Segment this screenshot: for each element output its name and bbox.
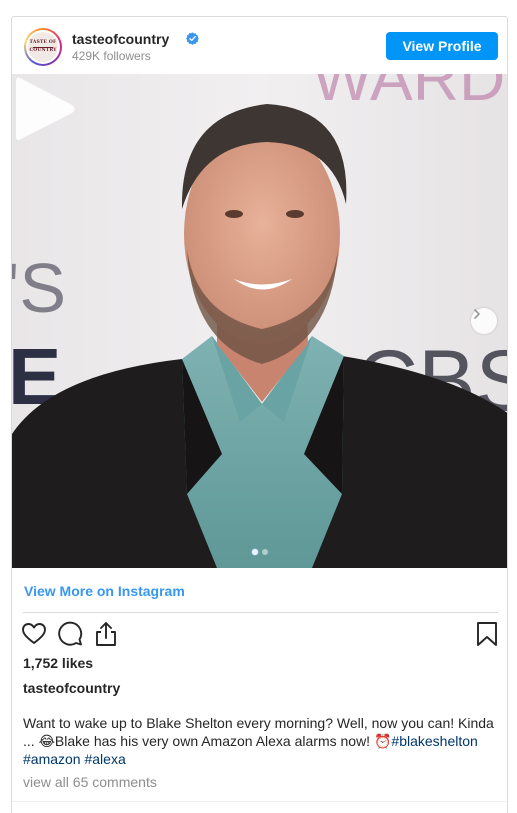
carousel-indicator — [252, 549, 268, 555]
view-comments-link[interactable]: view all 65 comments — [23, 774, 157, 790]
video-thumbnail: WARDS 'S E CBS — [12, 74, 508, 568]
divider — [23, 612, 498, 613]
carousel-dot — [252, 549, 258, 555]
hashtag-link[interactable]: #blakeshelton — [391, 733, 477, 749]
avatar[interactable]: TASTE OF COUNTRY — [24, 28, 62, 66]
caption-username[interactable]: tasteofcountry — [23, 680, 120, 696]
svg-text:'S: 'S — [12, 249, 66, 327]
comment-icon[interactable] — [57, 621, 83, 647]
caption-text: Want to wake up to Blake Shelton every m… — [23, 715, 494, 767]
hashtag-link[interactable]: #alexa — [84, 751, 125, 767]
svg-text:WARDS: WARDS — [312, 74, 508, 114]
play-icon[interactable] — [12, 74, 78, 144]
chevron-right-icon[interactable] — [471, 308, 497, 334]
hashtag-link[interactable]: #amazon — [23, 751, 81, 767]
instagram-embed-card: TASTE OF COUNTRY tasteofcountry 429K fol… — [11, 16, 508, 813]
carousel-dot — [262, 549, 268, 555]
bookmark-icon[interactable] — [474, 621, 500, 647]
post-media[interactable]: WARDS 'S E CBS — [12, 74, 508, 568]
like-count[interactable]: 1,752 likes — [23, 655, 93, 671]
followers-count: 429K followers — [72, 49, 151, 63]
verified-badge-icon — [186, 32, 199, 45]
view-profile-button[interactable]: View Profile — [386, 32, 498, 60]
view-more-link[interactable]: View More on Instagram — [24, 583, 185, 599]
post-header: TASTE OF COUNTRY tasteofcountry 429K fol… — [12, 17, 507, 74]
divider — [12, 801, 507, 802]
avatar-logo: TASTE OF COUNTRY — [28, 32, 58, 62]
username[interactable]: tasteofcountry — [72, 31, 169, 47]
alarm-clock-emoji-icon: ⏰ — [373, 733, 392, 749]
share-icon[interactable] — [93, 621, 119, 647]
action-bar — [12, 621, 507, 651]
laughing-emoji-icon: 😂 — [38, 733, 55, 749]
heart-icon[interactable] — [21, 621, 47, 647]
